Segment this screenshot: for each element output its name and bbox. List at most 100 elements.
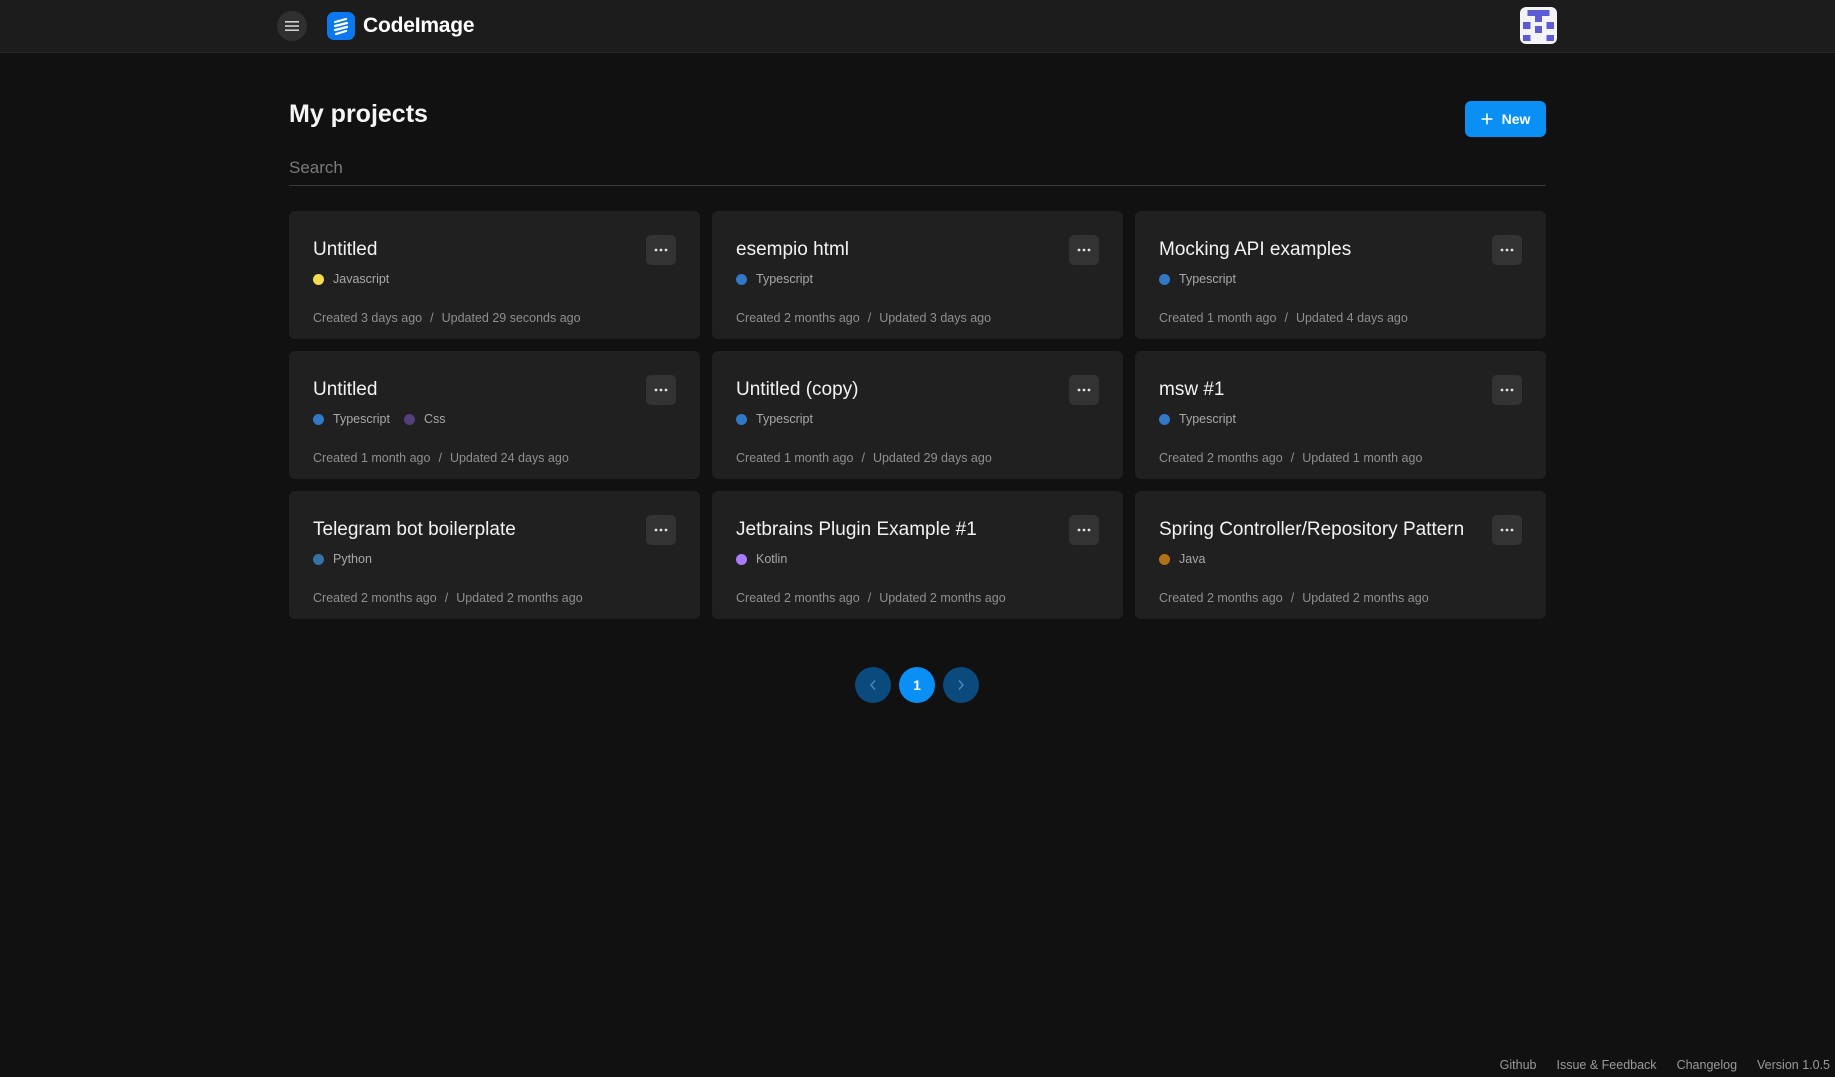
project-languages: Java: [1159, 552, 1205, 566]
language-tag: Javascript: [313, 272, 389, 286]
project-title: Jetbrains Plugin Example #1: [736, 519, 977, 540]
language-name: Typescript: [756, 272, 813, 286]
footer: Github Issue & Feedback Changelog Versio…: [1500, 1058, 1830, 1072]
project-menu-button[interactable]: [1069, 375, 1099, 405]
app-name: CodeImage: [363, 14, 475, 37]
project-card[interactable]: Untitled Javascript Created 3 days ago /…: [289, 211, 700, 339]
search-input[interactable]: [289, 150, 1546, 186]
page-title: My projects: [289, 100, 428, 128]
project-languages: Typescript: [1159, 272, 1236, 286]
language-tag: Kotlin: [736, 552, 787, 566]
project-dates: Created 2 months ago / Updated 2 months …: [1159, 591, 1429, 605]
language-color-dot: [403, 413, 415, 425]
more-horizontal-icon: [1077, 248, 1091, 252]
footer-link-changelog[interactable]: Changelog: [1677, 1058, 1737, 1072]
project-languages: Javascript: [313, 272, 389, 286]
project-card[interactable]: esempio html Typescript Created 2 months…: [712, 211, 1123, 339]
project-title: Telegram bot boilerplate: [313, 519, 516, 540]
language-color-dot: [313, 413, 324, 425]
footer-link-github[interactable]: Github: [1500, 1058, 1537, 1072]
project-card[interactable]: Untitled Typescript Css Created 1 month a…: [289, 351, 700, 479]
project-card[interactable]: Mocking API examples Typescript Created …: [1135, 211, 1546, 339]
date-separator: /: [430, 311, 434, 325]
project-dates: Created 1 month ago / Updated 29 days ag…: [736, 451, 992, 465]
language-name: Typescript: [756, 412, 813, 426]
language-color-dot: [313, 553, 324, 565]
language-tag: Typescript: [736, 412, 813, 426]
next-page-button[interactable]: [943, 667, 979, 703]
project-dates: Created 2 months ago / Updated 3 days ag…: [736, 311, 991, 325]
project-dates: Created 2 months ago / Updated 2 months …: [313, 591, 583, 605]
project-title: Mocking API examples: [1159, 239, 1352, 260]
project-updated: Updated 29 seconds ago: [441, 311, 581, 325]
date-separator: /: [867, 311, 872, 325]
language-name: Css: [423, 412, 446, 426]
new-project-label: New: [1501, 111, 1531, 127]
project-title: Untitled (copy): [736, 379, 859, 400]
project-menu-button[interactable]: [646, 375, 676, 405]
date-separator: /: [1290, 451, 1295, 465]
project-languages: Python: [313, 552, 372, 566]
project-menu-button[interactable]: [1492, 375, 1522, 405]
date-separator: /: [444, 591, 449, 605]
project-languages: Typescript: [736, 272, 813, 286]
language-color-dot: [1159, 553, 1170, 565]
previous-page-button[interactable]: [855, 667, 891, 703]
project-updated: Updated 2 months ago: [879, 591, 1006, 605]
app-version: Version 1.0.5: [1757, 1058, 1830, 1072]
project-updated: Updated 1 month ago: [1302, 451, 1423, 465]
project-title: esempio html: [736, 239, 849, 260]
codeimage-logo-icon: [327, 12, 355, 40]
project-created: Created 3 days ago: [313, 311, 423, 325]
language-color-dot: [1159, 273, 1170, 285]
project-title: Untitled: [313, 379, 378, 400]
page-1-button[interactable]: 1: [899, 667, 935, 703]
project-menu-button[interactable]: [1492, 515, 1522, 545]
identicon-icon: [1522, 9, 1555, 42]
language-name: Kotlin: [756, 552, 788, 566]
more-horizontal-icon: [1077, 528, 1091, 532]
footer-link-issue-feedback[interactable]: Issue & Feedback: [1557, 1058, 1657, 1072]
more-horizontal-icon: [1500, 528, 1514, 532]
project-languages: Kotlin: [736, 552, 787, 566]
app-logo[interactable]: CodeImage: [327, 11, 475, 41]
more-horizontal-icon: [1500, 248, 1514, 252]
date-separator: /: [1284, 311, 1288, 325]
project-card[interactable]: Telegram bot boilerplate Python Created …: [289, 491, 700, 619]
project-created: Created 1 month ago: [313, 451, 431, 465]
project-menu-button[interactable]: [1492, 235, 1522, 265]
project-languages: Typescript: [736, 412, 813, 426]
language-tag: Typescript: [736, 272, 813, 286]
project-dates: Created 2 months ago / Updated 2 months …: [736, 591, 1006, 605]
project-created: Created 2 months ago: [1159, 451, 1283, 465]
project-menu-button[interactable]: [646, 515, 676, 545]
date-separator: /: [867, 591, 872, 605]
project-updated: Updated 4 days ago: [1295, 311, 1408, 325]
project-dates: Created 1 month ago / Updated 4 days ago: [1159, 311, 1408, 325]
date-separator: /: [438, 451, 442, 465]
project-menu-button[interactable]: [1069, 515, 1099, 545]
project-menu-button[interactable]: [1069, 235, 1099, 265]
project-menu-button[interactable]: [646, 235, 676, 265]
date-separator: /: [861, 451, 865, 465]
top-bar: CodeImage: [0, 0, 1835, 53]
date-separator: /: [1290, 591, 1295, 605]
project-updated: Updated 2 months ago: [1302, 591, 1429, 605]
language-name: Typescript: [1179, 272, 1236, 286]
more-horizontal-icon: [654, 528, 668, 532]
project-updated: Updated 29 days ago: [872, 451, 992, 465]
project-card[interactable]: Untitled (copy) Typescript Created 1 mon…: [712, 351, 1123, 479]
user-avatar[interactable]: [1520, 7, 1557, 44]
language-name: Javascript: [333, 272, 390, 286]
more-horizontal-icon: [654, 388, 668, 392]
more-horizontal-icon: [1077, 388, 1091, 392]
new-project-button[interactable]: New: [1465, 101, 1546, 137]
project-card[interactable]: Spring Controller/Repository Pattern Jav…: [1135, 491, 1546, 619]
project-card[interactable]: Jetbrains Plugin Example #1 Kotlin Creat…: [712, 491, 1123, 619]
project-title: Spring Controller/Repository Pattern: [1159, 519, 1465, 540]
language-color-dot: [736, 273, 747, 285]
project-card[interactable]: msw #1 Typescript Created 2 months ago /…: [1135, 351, 1546, 479]
project-title: Untitled: [313, 239, 378, 260]
menu-button[interactable]: [277, 11, 307, 41]
language-tag: Css: [403, 412, 446, 426]
